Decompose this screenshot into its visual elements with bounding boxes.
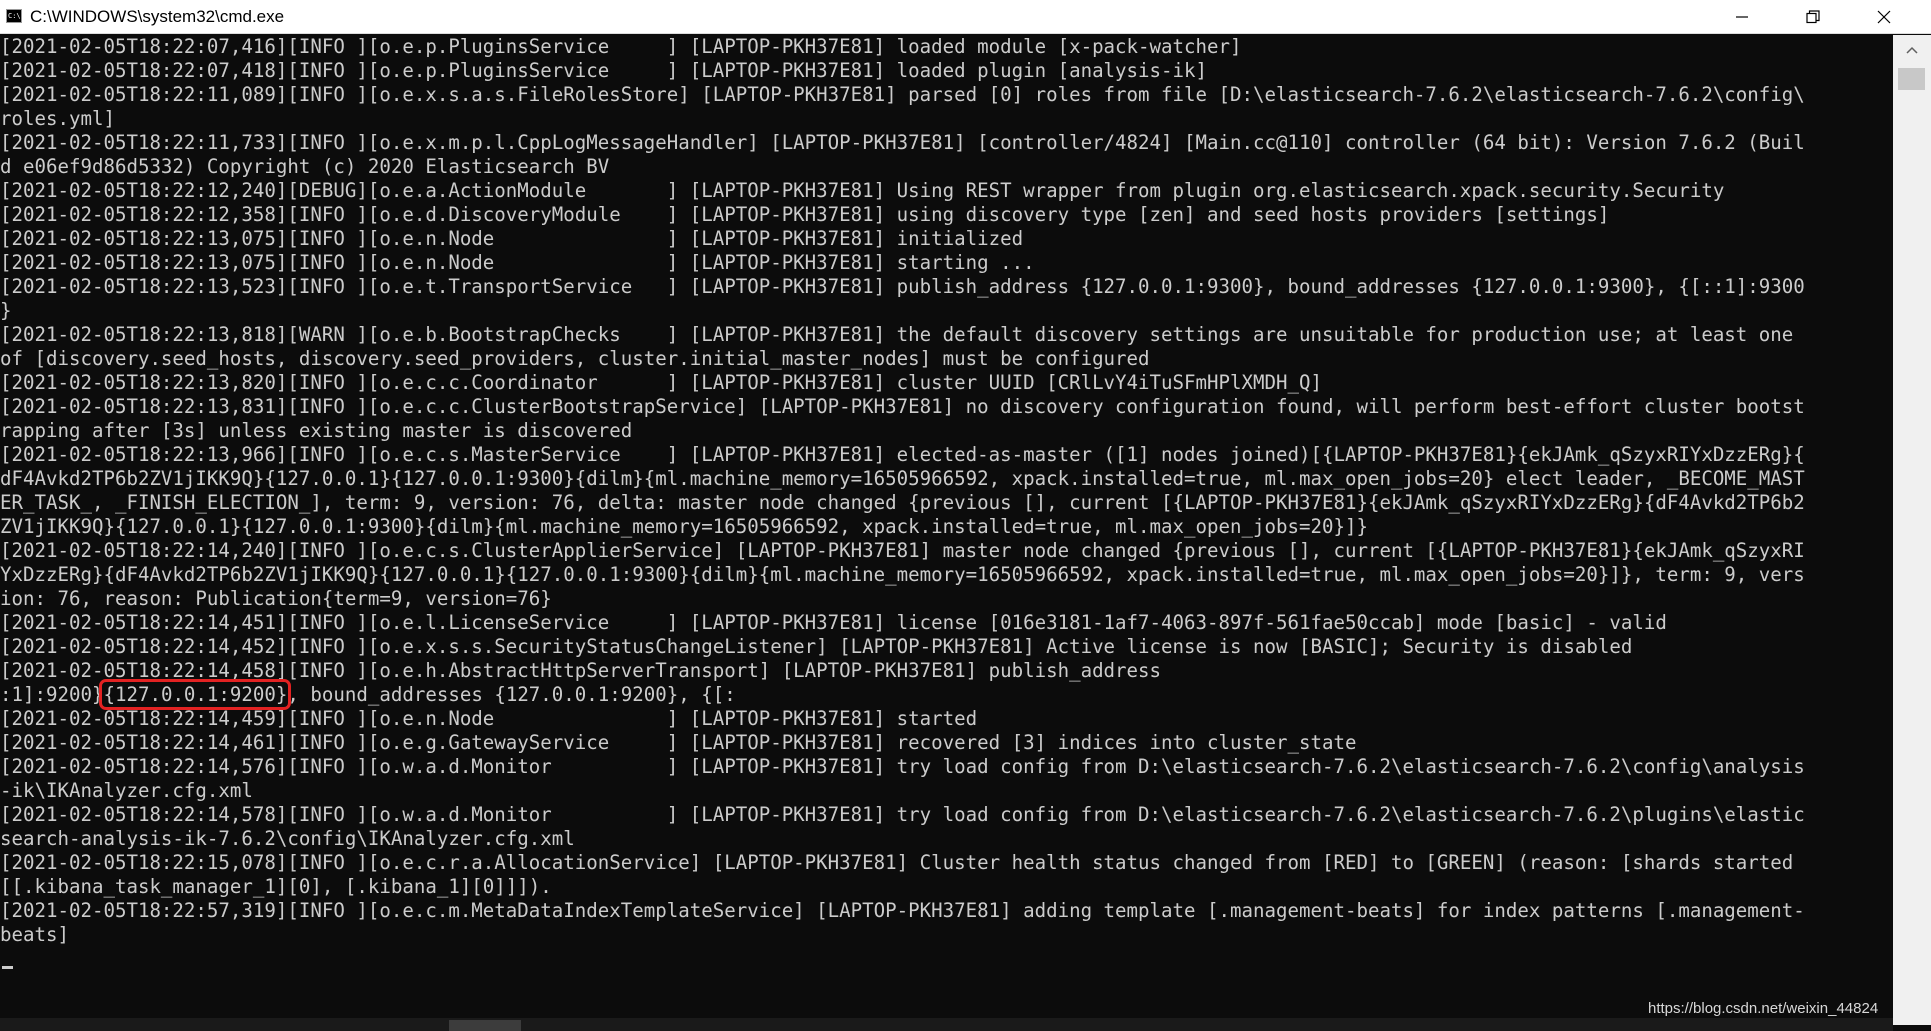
- log-line: [2021-02-05T18:22:12,240][DEBUG][o.e.a.A…: [0, 179, 1893, 203]
- log-line: [2021-02-05T18:22:11,733][INFO ][o.e.x.m…: [0, 131, 1893, 155]
- console-output[interactable]: [2021-02-05T18:22:07,416][INFO ][o.e.p.P…: [0, 35, 1893, 1025]
- log-line-text: d e06ef9d86d5332) Copyright (c) 2020 Ela…: [0, 155, 610, 178]
- log-line: [2021-02-05T18:22:13,075][INFO ][o.e.n.N…: [0, 227, 1893, 251]
- log-line: [2021-02-05T18:22:14,240][INFO ][o.e.c.s…: [0, 539, 1893, 563]
- log-line-text: [2021-02-05T18:22:14,459][INFO ][o.e.n.N…: [0, 707, 978, 730]
- restore-icon: [1806, 9, 1820, 23]
- log-line: roles.yml]: [0, 107, 1893, 131]
- log-line: d e06ef9d86d5332) Copyright (c) 2020 Ela…: [0, 155, 1893, 179]
- log-line: YxDzzERg}{dF4Avkd2TP6b2ZV1jIKK9Q}{127.0.…: [0, 563, 1893, 587]
- log-line-text: [[.kibana_task_manager_1][0], [.kibana_1…: [0, 875, 552, 898]
- log-line: [2021-02-05T18:22:13,523][INFO ][o.e.t.T…: [0, 275, 1893, 299]
- log-line-text: [2021-02-05T18:22:07,416][INFO ][o.e.p.P…: [0, 35, 1242, 58]
- vertical-scrollbar[interactable]: [1893, 35, 1931, 1025]
- log-line: of [discovery.seed_hosts, discovery.seed…: [0, 347, 1893, 371]
- log-line: rapping after [3s] unless existing maste…: [0, 419, 1893, 443]
- log-line: [2021-02-05T18:22:14,578][INFO ][o.w.a.d…: [0, 803, 1893, 827]
- log-line-text: ZV1jIKK9Q}{127.0.0.1}{127.0.0.1:9300}{di…: [0, 515, 1368, 538]
- log-line: ZV1jIKK9Q}{127.0.0.1}{127.0.0.1:9300}{di…: [0, 515, 1893, 539]
- log-line: [2021-02-05T18:22:11,089][INFO ][o.e.x.s…: [0, 83, 1893, 107]
- watermark: https://blog.csdn.net/weixin_44824: [1648, 1000, 1879, 1017]
- log-line: dF4Avkd2TP6b2ZV1jIKK9Q}{127.0.0.1}{127.0…: [0, 467, 1893, 491]
- log-line: -ik\IKAnalyzer.cfg.xml: [0, 779, 1893, 803]
- horizontal-scroll-thumb[interactable]: [449, 1020, 521, 1031]
- log-line-text: [2021-02-05T18:22:13,966][INFO ][o.e.c.s…: [0, 443, 1805, 466]
- log-line-text: of [discovery.seed_hosts, discovery.seed…: [0, 347, 1150, 370]
- log-line-text: :1]:9200}: [0, 683, 104, 706]
- log-line-text: [2021-02-05T18:22:13,818][WARN ][o.e.b.B…: [0, 323, 1794, 346]
- log-line-text: [2021-02-05T18:22:14,452][INFO ][o.e.x.s…: [0, 635, 1633, 658]
- horizontal-scrollbar[interactable]: [0, 1018, 1893, 1031]
- log-line-text: [2021-02-05T18:22:11,733][INFO ][o.e.x.m…: [0, 131, 1805, 154]
- log-line-text: [2021-02-05T18:22:12,240][DEBUG][o.e.a.A…: [0, 179, 1725, 202]
- log-line-text: beats]: [0, 923, 69, 946]
- minimize-button[interactable]: [1713, 0, 1771, 33]
- log-line-text: [2021-02-05T18:22:14,458][INFO ][o.e.h.A…: [0, 659, 1173, 682]
- log-line: beats]: [0, 923, 1893, 947]
- chevron-up-icon: [1906, 46, 1918, 54]
- log-line: [2021-02-05T18:22:13,966][INFO ][o.e.c.s…: [0, 443, 1893, 467]
- log-line: [2021-02-05T18:22:07,418][INFO ][o.e.p.P…: [0, 59, 1893, 83]
- log-line: [2021-02-05T18:22:07,416][INFO ][o.e.p.P…: [0, 35, 1893, 59]
- highlighted-address: {127.0.0.1:9200}: [99, 679, 292, 710]
- log-line-text: [2021-02-05T18:22:14,576][INFO ][o.w.a.d…: [0, 755, 1805, 778]
- log-line-text: [2021-02-05T18:22:14,240][INFO ][o.e.c.s…: [0, 539, 1805, 562]
- log-line: :1]:9200}{127.0.0.1:9200}, bound_address…: [0, 679, 1893, 710]
- log-line: [2021-02-05T18:22:14,458][INFO ][o.e.h.A…: [0, 659, 1893, 683]
- log-line-text: [2021-02-05T18:22:13,075][INFO ][o.e.n.N…: [0, 251, 1035, 274]
- log-line: [2021-02-05T18:22:12,358][INFO ][o.e.d.D…: [0, 203, 1893, 227]
- vertical-scroll-thumb[interactable]: [1898, 68, 1925, 90]
- log-line: [2021-02-05T18:22:57,319][INFO ][o.e.c.m…: [0, 899, 1893, 923]
- log-line-text: [2021-02-05T18:22:57,319][INFO ][o.e.c.m…: [0, 899, 1805, 922]
- log-line-text: [2021-02-05T18:22:13,831][INFO ][o.e.c.c…: [0, 395, 1805, 418]
- log-line-text: [2021-02-05T18:22:13,523][INFO ][o.e.t.T…: [0, 275, 1805, 298]
- log-line-text: }: [0, 299, 12, 322]
- cmd-icon[interactable]: C:\: [6, 9, 22, 23]
- close-icon: [1877, 10, 1891, 23]
- log-line: [2021-02-05T18:22:13,075][INFO ][o.e.n.N…: [0, 251, 1893, 275]
- scroll-up-button[interactable]: [1893, 35, 1931, 65]
- log-line-text: [2021-02-05T18:22:15,078][INFO ][o.e.c.r…: [0, 851, 1794, 874]
- log-line: [2021-02-05T18:22:15,078][INFO ][o.e.c.r…: [0, 851, 1893, 875]
- maximize-button[interactable]: [1784, 0, 1842, 33]
- log-line-text: [2021-02-05T18:22:13,075][INFO ][o.e.n.N…: [0, 227, 1024, 250]
- log-line: ER_TASK_, _FINISH_ELECTION_], term: 9, v…: [0, 491, 1893, 515]
- log-line: [2021-02-05T18:22:14,461][INFO ][o.e.g.G…: [0, 731, 1893, 755]
- log-line-text: dF4Avkd2TP6b2ZV1jIKK9Q}{127.0.0.1}{127.0…: [0, 467, 1805, 490]
- minimize-icon: [1736, 15, 1748, 18]
- log-line-text: [2021-02-05T18:22:11,089][INFO ][o.e.x.s…: [0, 83, 1805, 106]
- log-line: [2021-02-05T18:22:13,820][INFO ][o.e.c.c…: [0, 371, 1893, 395]
- log-line: [2021-02-05T18:22:14,459][INFO ][o.e.n.N…: [0, 707, 1893, 731]
- log-line-text: [2021-02-05T18:22:13,820][INFO ][o.e.c.c…: [0, 371, 1322, 394]
- log-line: [2021-02-05T18:22:14,452][INFO ][o.e.x.s…: [0, 635, 1893, 659]
- log-line-text: -ik\IKAnalyzer.cfg.xml: [0, 779, 253, 802]
- close-button[interactable]: [1855, 0, 1913, 33]
- log-line-text: [2021-02-05T18:22:12,358][INFO ][o.e.d.D…: [0, 203, 1610, 226]
- text-cursor: [2, 966, 13, 969]
- log-line: search-analysis-ik-7.6.2\config\IKAnalyz…: [0, 827, 1893, 851]
- log-line-text: ion: 76, reason: Publication{term=9, ver…: [0, 587, 552, 610]
- log-line-text: search-analysis-ik-7.6.2\config\IKAnalyz…: [0, 827, 575, 850]
- log-line-text: [2021-02-05T18:22:07,418][INFO ][o.e.p.P…: [0, 59, 1208, 82]
- log-line-text: [2021-02-05T18:22:14,578][INFO ][o.w.a.d…: [0, 803, 1805, 826]
- log-line: [[.kibana_task_manager_1][0], [.kibana_1…: [0, 875, 1893, 899]
- log-line: }: [0, 299, 1893, 323]
- log-line-text: [2021-02-05T18:22:14,461][INFO ][o.e.g.G…: [0, 731, 1357, 754]
- log-line-text: roles.yml]: [0, 107, 115, 130]
- log-line-text: , bound_addresses {127.0.0.1:9200}, {[:: [287, 683, 736, 706]
- log-line-text: YxDzzERg}{dF4Avkd2TP6b2ZV1jIKK9Q}{127.0.…: [0, 563, 1805, 586]
- title-bar[interactable]: C:\ C:\WINDOWS\system32\cmd.exe: [0, 0, 1931, 34]
- log-line: ion: 76, reason: Publication{term=9, ver…: [0, 587, 1893, 611]
- log-line: [2021-02-05T18:22:14,576][INFO ][o.w.a.d…: [0, 755, 1893, 779]
- log-line: [2021-02-05T18:22:13,831][INFO ][o.e.c.c…: [0, 395, 1893, 419]
- log-line-text: ER_TASK_, _FINISH_ELECTION_], term: 9, v…: [0, 491, 1805, 514]
- window-title: C:\WINDOWS\system32\cmd.exe: [30, 7, 285, 26]
- log-line-text: rapping after [3s] unless existing maste…: [0, 419, 633, 442]
- log-line: [2021-02-05T18:22:14,451][INFO ][o.e.l.L…: [0, 611, 1893, 635]
- log-line: [2021-02-05T18:22:13,818][WARN ][o.e.b.B…: [0, 323, 1893, 347]
- log-line-text: [2021-02-05T18:22:14,451][INFO ][o.e.l.L…: [0, 611, 1667, 634]
- cmd-window: C:\ C:\WINDOWS\system32\cmd.exe [2021-02…: [0, 0, 1931, 1031]
